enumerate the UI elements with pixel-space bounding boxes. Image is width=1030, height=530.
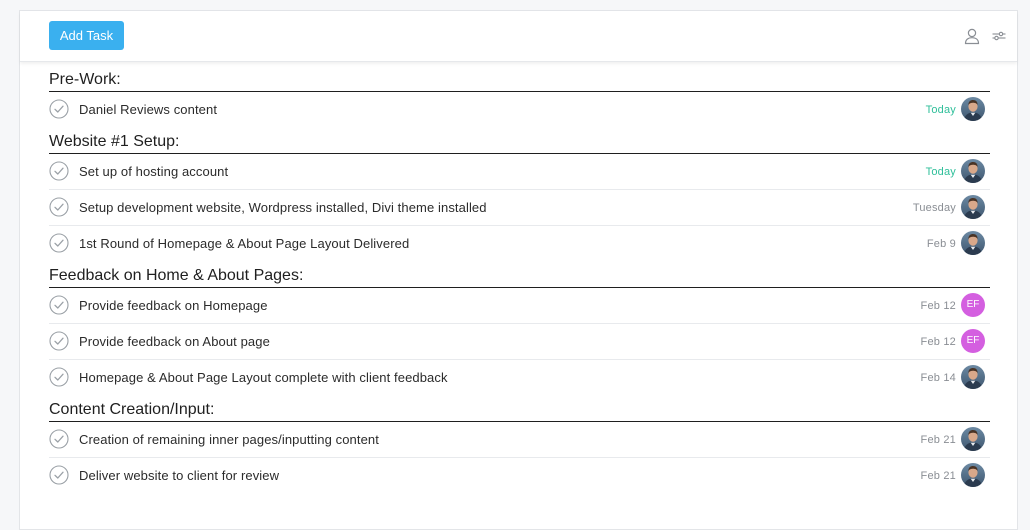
task-row[interactable]: Creation of remaining inner pages/inputt… xyxy=(49,422,990,458)
complete-checkmark-icon[interactable] xyxy=(49,161,69,181)
due-date[interactable]: Feb 21 xyxy=(921,422,956,457)
task-row[interactable]: Setup development website, Wordpress ins… xyxy=(49,190,990,226)
complete-checkmark-icon[interactable] xyxy=(49,197,69,217)
task-name[interactable]: Provide feedback on Homepage xyxy=(79,288,268,323)
assignee-avatar[interactable] xyxy=(961,97,985,121)
assignee-avatar[interactable] xyxy=(961,231,985,255)
assignee-avatar[interactable] xyxy=(961,159,985,183)
filter-sliders-icon[interactable] xyxy=(990,27,1008,45)
task-name[interactable]: Creation of remaining inner pages/inputt… xyxy=(79,422,379,457)
assignee-avatar-initials[interactable]: EF xyxy=(961,293,985,317)
assignee-avatar[interactable] xyxy=(961,195,985,219)
user-icon[interactable] xyxy=(963,27,981,45)
complete-checkmark-icon[interactable] xyxy=(49,295,69,315)
task-row[interactable]: Deliver website to client for review Feb … xyxy=(49,458,990,493)
section-title: Website #1 Setup: xyxy=(49,131,990,154)
complete-checkmark-icon[interactable] xyxy=(49,331,69,351)
task-row[interactable]: Homepage & About Page Layout complete wi… xyxy=(49,360,990,395)
task-row[interactable]: Daniel Reviews content Today xyxy=(49,92,990,127)
task-row[interactable]: Provide feedback on Homepage Feb 12 EF xyxy=(49,288,990,324)
task-name[interactable]: 1st Round of Homepage & About Page Layou… xyxy=(79,226,409,261)
task-panel: Add Task Pre-Work: Daniel Reviews content… xyxy=(19,10,1018,530)
toolbar: Add Task xyxy=(20,11,1017,62)
due-date[interactable]: Feb 12 xyxy=(921,324,956,359)
section-title: Feedback on Home & About Pages: xyxy=(49,265,990,288)
complete-checkmark-icon[interactable] xyxy=(49,99,69,119)
task-name[interactable]: Setup development website, Wordpress ins… xyxy=(79,190,487,225)
assignee-avatar-initials[interactable]: EF xyxy=(961,329,985,353)
task-name[interactable]: Set up of hosting account xyxy=(79,154,228,189)
complete-checkmark-icon[interactable] xyxy=(49,233,69,253)
due-date[interactable]: Tuesday xyxy=(913,190,956,225)
section-title: Pre-Work: xyxy=(49,69,990,92)
assignee-avatar[interactable] xyxy=(961,463,985,487)
task-row[interactable]: Provide feedback on About page Feb 12 EF xyxy=(49,324,990,360)
complete-checkmark-icon[interactable] xyxy=(49,367,69,387)
assignee-avatar[interactable] xyxy=(961,427,985,451)
due-date[interactable]: Feb 14 xyxy=(921,360,956,395)
task-list: Pre-Work: Daniel Reviews content Today Webs… xyxy=(49,69,990,493)
task-row[interactable]: Set up of hosting account Today xyxy=(49,154,990,190)
task-name[interactable]: Daniel Reviews content xyxy=(79,92,217,127)
complete-checkmark-icon[interactable] xyxy=(49,429,69,449)
task-name[interactable]: Provide feedback on About page xyxy=(79,324,270,359)
complete-checkmark-icon[interactable] xyxy=(49,465,69,485)
due-date[interactable]: Today xyxy=(926,92,956,127)
due-date[interactable]: Today xyxy=(926,154,956,189)
task-name[interactable]: Deliver website to client for review xyxy=(79,458,279,493)
due-date[interactable]: Feb 9 xyxy=(927,226,956,261)
due-date[interactable]: Feb 12 xyxy=(921,288,956,323)
task-row[interactable]: 1st Round of Homepage & About Page Layou… xyxy=(49,226,990,261)
section-title: Content Creation/Input: xyxy=(49,399,990,422)
assignee-avatar[interactable] xyxy=(961,365,985,389)
due-date[interactable]: Feb 21 xyxy=(921,458,956,493)
add-task-button[interactable]: Add Task xyxy=(49,21,124,50)
task-name[interactable]: Homepage & About Page Layout complete wi… xyxy=(79,360,448,395)
